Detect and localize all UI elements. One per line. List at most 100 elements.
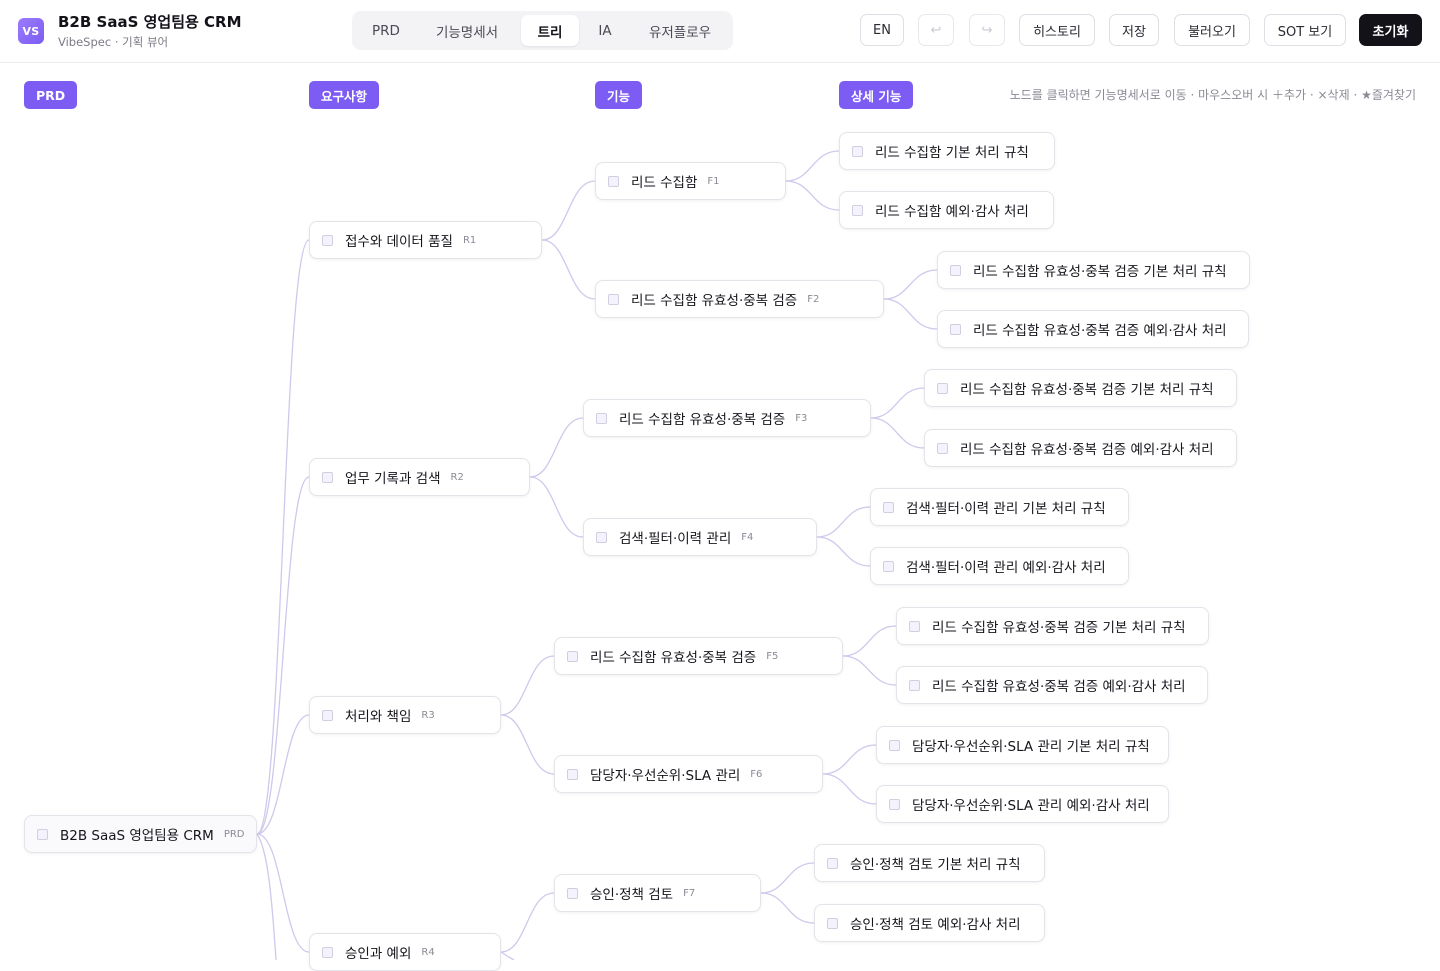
node-checkbox[interactable]	[608, 293, 619, 305]
node-label: 리드 수집함 기본 처리 규칙	[875, 145, 1029, 161]
node-code: R2	[450, 471, 464, 483]
node-label: 리드 수집함	[631, 175, 698, 191]
node-label: 담당자·우선순위·SLA 관리 예외·감사 처리	[912, 798, 1150, 814]
reset-button[interactable]: 초기화	[1359, 14, 1422, 46]
tab-prd[interactable]: PRD	[356, 15, 416, 46]
node-label: 승인·정책 검토	[590, 887, 674, 903]
tree-node-detail[interactable]: 검색·필터·이력 관리 예외·감사 처리	[870, 547, 1129, 585]
tree-node-detail[interactable]: 리드 수집함 유효성·중복 검증 기본 처리 규칙	[896, 607, 1209, 645]
node-label: 담당자·우선순위·SLA 관리	[590, 768, 741, 784]
node-checkbox[interactable]	[827, 917, 838, 929]
load-button[interactable]: 불러오기	[1174, 14, 1250, 46]
tree-node-detail[interactable]: 승인·정책 검토 예외·감사 처리	[814, 904, 1045, 942]
node-code: F7	[683, 887, 696, 899]
column-label-features: 기능	[595, 81, 643, 109]
node-checkbox[interactable]	[322, 946, 333, 958]
node-checkbox[interactable]	[883, 560, 894, 572]
tree-node-detail[interactable]: 승인·정책 검토 기본 처리 규칙	[814, 844, 1045, 882]
tree-node-feature[interactable]: 리드 수집함 유효성·중복 검증 F2	[595, 280, 884, 318]
tree-node-root[interactable]: B2B SaaS 영업팀용 CRM PRD	[24, 815, 257, 853]
tree-node-detail[interactable]: 리드 수집함 유효성·중복 검증 예외·감사 처리	[937, 310, 1249, 348]
tree-node-detail[interactable]: 리드 수집함 유효성·중복 검증 예외·감사 처리	[896, 666, 1208, 704]
node-label: 리드 수집함 유효성·중복 검증 예외·감사 처리	[960, 442, 1214, 458]
node-checkbox[interactable]	[322, 234, 333, 246]
tree-node-detail[interactable]: 리드 수집함 예외·감사 처리	[839, 191, 1054, 229]
node-checkbox[interactable]	[596, 531, 607, 543]
tree-node-feature[interactable]: 리드 수집함 F1	[595, 162, 786, 200]
tree-node-requirement[interactable]: 승인과 예외 R4	[309, 933, 501, 971]
tree-node-detail[interactable]: 검색·필터·이력 관리 기본 처리 규칙	[870, 488, 1129, 526]
view-sot-button[interactable]: SOT 보기	[1264, 14, 1346, 46]
tree-node-feature[interactable]: 검색·필터·이력 관리 F4	[583, 518, 817, 556]
tree-node-detail[interactable]: 리드 수집함 유효성·중복 검증 예외·감사 처리	[924, 429, 1237, 467]
tree-node-detail[interactable]: 리드 수집함 기본 처리 규칙	[839, 132, 1055, 170]
tree-node-requirement[interactable]: 접수와 데이터 품질 R1	[309, 221, 542, 259]
redo-icon[interactable]: ↪	[969, 14, 1005, 46]
history-button[interactable]: 히스토리	[1019, 14, 1095, 46]
tree-node-feature[interactable]: 승인·정책 검토 F7	[554, 874, 761, 912]
node-code: R4	[421, 946, 435, 958]
node-label: 리드 수집함 유효성·중복 검증	[631, 293, 798, 309]
node-checkbox[interactable]	[950, 323, 961, 335]
node-code: F6	[750, 768, 763, 780]
node-checkbox[interactable]	[322, 709, 333, 721]
node-checkbox[interactable]	[596, 412, 607, 424]
app-subtitle: VibeSpec · 기획 뷰어	[58, 35, 169, 49]
node-checkbox[interactable]	[567, 650, 578, 662]
node-checkbox[interactable]	[950, 264, 961, 276]
node-label: 리드 수집함 예외·감사 처리	[875, 204, 1029, 220]
node-label: 검색·필터·이력 관리 기본 처리 규칙	[906, 501, 1106, 517]
column-label-details: 상세 기능	[839, 81, 914, 109]
node-checkbox[interactable]	[852, 204, 863, 216]
node-checkbox[interactable]	[567, 768, 578, 780]
node-label: 리드 수집함 유효성·중복 검증 기본 처리 규칙	[973, 264, 1227, 280]
node-label: 처리와 책임	[345, 709, 412, 725]
node-label: 승인과 예외	[345, 946, 412, 962]
tree-node-detail[interactable]: 리드 수집함 유효성·중복 검증 기본 처리 규칙	[924, 369, 1237, 407]
node-label: 리드 수집함 유효성·중복 검증	[590, 650, 757, 666]
node-checkbox[interactable]	[567, 887, 578, 899]
node-checkbox[interactable]	[937, 382, 948, 394]
tree-node-requirement[interactable]: 처리와 책임 R3	[309, 696, 501, 734]
tab-userflow[interactable]: 유저플로우	[634, 15, 726, 46]
tab-tree[interactable]: 트리	[521, 15, 579, 46]
node-label: 리드 수집함 유효성·중복 검증 기본 처리 규칙	[960, 382, 1214, 398]
save-button[interactable]: 저장	[1109, 14, 1159, 46]
tab-feature-spec[interactable]: 기능명세서	[422, 15, 512, 46]
node-checkbox[interactable]	[909, 620, 920, 632]
app-title: B2B SaaS 영업팀용 CRM	[58, 13, 242, 31]
tree-node-feature[interactable]: 담당자·우선순위·SLA 관리 F6	[554, 755, 823, 793]
node-checkbox[interactable]	[909, 679, 920, 691]
node-label: 리드 수집함 유효성·중복 검증 예외·감사 처리	[932, 679, 1186, 695]
node-code: PRD	[223, 828, 245, 840]
node-checkbox[interactable]	[608, 175, 619, 187]
node-checkbox[interactable]	[852, 145, 863, 157]
column-label-requirements: 요구사항	[309, 81, 380, 109]
node-checkbox[interactable]	[889, 739, 900, 751]
node-checkbox[interactable]	[937, 442, 948, 454]
node-checkbox[interactable]	[883, 501, 894, 513]
node-label: 접수와 데이터 품질	[345, 234, 453, 250]
node-code: F5	[766, 650, 779, 662]
tree-node-detail[interactable]: 담당자·우선순위·SLA 관리 예외·감사 처리	[876, 785, 1169, 823]
node-code: R1	[462, 234, 477, 246]
tree-node-feature[interactable]: 리드 수집함 유효성·중복 검증 F5	[554, 637, 843, 675]
tree-node-requirement[interactable]: 업무 기록과 검색 R2	[309, 458, 530, 496]
node-checkbox[interactable]	[827, 857, 838, 869]
tab-ia[interactable]: IA	[580, 15, 630, 46]
node-checkbox[interactable]	[889, 798, 900, 810]
app-header: VS B2B SaaS 영업팀용 CRM VibeSpec · 기획 뷰어 PR…	[0, 0, 1440, 63]
node-checkbox[interactable]	[322, 471, 333, 483]
node-checkbox[interactable]	[37, 828, 48, 840]
node-label: 업무 기록과 검색	[345, 471, 441, 487]
app-logo: VS	[18, 18, 44, 44]
undo-icon[interactable]: ↩	[918, 14, 954, 46]
view-tabs: PRD 기능명세서 트리 IA 유저플로우	[352, 11, 733, 50]
node-code: F4	[741, 531, 754, 543]
node-code: F2	[807, 293, 820, 305]
node-label: 리드 수집함 유효성·중복 검증	[619, 412, 786, 428]
tree-node-detail[interactable]: 리드 수집함 유효성·중복 검증 기본 처리 규칙	[937, 251, 1250, 289]
tree-node-feature[interactable]: 리드 수집함 유효성·중복 검증 F3	[583, 399, 871, 437]
tree-node-detail[interactable]: 담당자·우선순위·SLA 관리 기본 처리 규칙	[876, 726, 1169, 764]
language-toggle-button[interactable]: EN	[860, 14, 904, 46]
